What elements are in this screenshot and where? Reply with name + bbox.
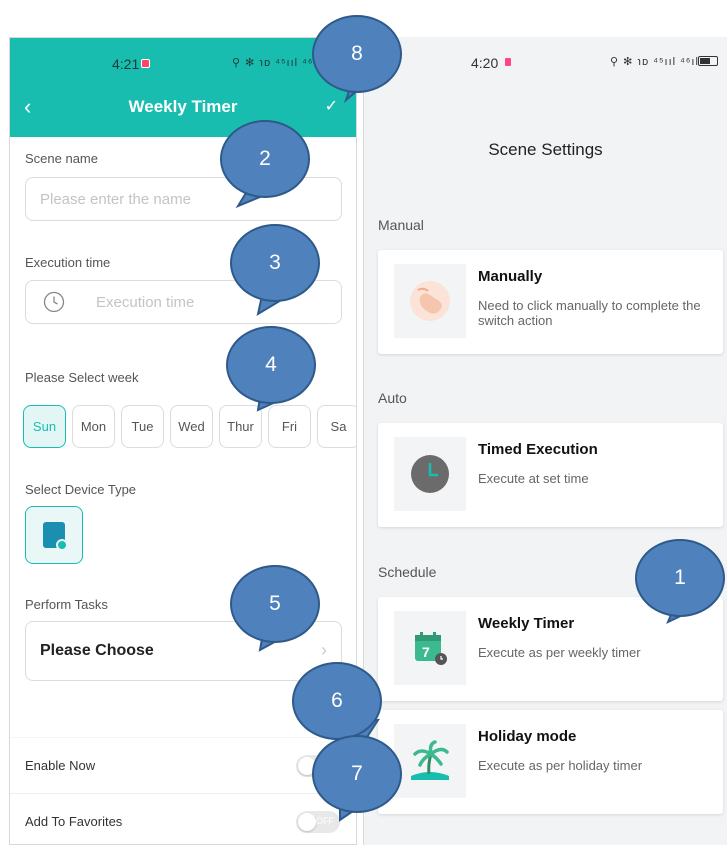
day-sat[interactable]: Sa <box>317 405 356 448</box>
card-title: Holiday mode <box>478 728 577 745</box>
scene-card-holiday-mode[interactable]: Holiday mode Execute as per holiday time… <box>378 710 723 814</box>
perform-tasks-value: Please Choose <box>40 642 154 659</box>
scene-card-timed-execution[interactable]: Timed Execution Execute at set time <box>378 423 723 527</box>
status-time: 4:20 <box>471 55 499 71</box>
device-icon <box>43 522 68 551</box>
scene-name-label: Scene name <box>25 151 98 166</box>
callout-1: 1 <box>635 539 725 617</box>
card-description: Execute at set time <box>478 471 589 486</box>
day-sun[interactable]: Sun <box>23 405 66 448</box>
day-mon[interactable]: Mon <box>72 405 115 448</box>
callout-3: 3 <box>230 224 320 302</box>
chevron-right-icon: › <box>321 640 327 660</box>
add-favorites-label: Add To Favorites <box>25 814 123 829</box>
day-thur[interactable]: Thur <box>219 405 262 448</box>
enable-now-label: Enable Now <box>25 758 96 773</box>
day-fri[interactable]: Fri <box>268 405 311 448</box>
perform-tasks-label: Perform Tasks <box>25 597 108 612</box>
card-description: Need to click manually to complete the s… <box>478 298 701 328</box>
scene-settings-screen: 4:20 ⚲ ✻ ℩ᴅ ⁴⁵ııl ⁴⁶ıl Scene Settings Ma… <box>363 37 727 845</box>
toggle-off-text: OFF <box>316 816 334 826</box>
status-icons: ⚲ ✻ ℩ᴅ ⁴⁵ııl ⁴⁶ıl <box>232 57 321 69</box>
device-type-option[interactable] <box>25 506 83 564</box>
palm-tree-icon <box>394 724 466 798</box>
status-time: 4:21 <box>112 56 140 72</box>
execution-time-label: Execution time <box>25 255 111 270</box>
day-tue[interactable]: Tue <box>121 405 164 448</box>
timer-clock-icon <box>394 437 466 511</box>
card-title: Weekly Timer <box>478 615 575 632</box>
callout-6: 6 <box>292 662 382 740</box>
card-title: Manually <box>478 268 543 285</box>
day-wed[interactable]: Wed <box>170 405 213 448</box>
record-indicator-icon <box>141 59 150 68</box>
callout-4: 4 <box>226 326 316 404</box>
add-favorites-toggle[interactable]: OFF <box>296 811 340 833</box>
card-description: Execute as per weekly timer <box>478 645 641 660</box>
add-favorites-row: Add To Favorites OFF <box>10 794 356 844</box>
status-bar: 4:20 ⚲ ✻ ℩ᴅ ⁴⁵ııl ⁴⁶ıl <box>364 37 727 83</box>
card-description: Execute as per holiday timer <box>478 758 643 773</box>
calendar-day-number: 7 <box>422 644 430 660</box>
scene-card-manually[interactable]: Manually Need to click manually to compl… <box>378 250 723 354</box>
callout-5: 5 <box>230 565 320 643</box>
status-bar: 4:21 ⚲ ✻ ℩ᴅ ⁴⁵ııl ⁴⁶ıl <box>10 38 356 84</box>
status-icons: ⚲ ✻ ℩ᴅ ⁴⁵ııl ⁴⁶ıl <box>610 56 699 68</box>
device-type-label: Select Device Type <box>25 482 137 497</box>
section-auto: Auto <box>378 390 407 406</box>
enable-now-row: Enable Now <box>10 738 356 794</box>
record-indicator-icon <box>505 58 511 66</box>
hand-tap-icon <box>394 264 466 338</box>
section-manual: Manual <box>378 217 424 233</box>
header-bar: 4:21 ⚲ ✻ ℩ᴅ ⁴⁵ııl ⁴⁶ıl ‹ Weekly Timer ✓ <box>10 38 356 137</box>
page-title: Scene Settings <box>488 140 603 159</box>
week-label: Please Select week <box>25 370 139 385</box>
nav-bar: ‹ Weekly Timer ✓ <box>10 84 356 130</box>
execution-time-placeholder: Execution time <box>96 294 195 311</box>
card-title: Timed Execution <box>478 441 598 458</box>
calendar-icon: 7 <box>394 611 466 685</box>
timer-form: Scene name Execution time Execution time… <box>10 137 356 737</box>
battery-icon <box>698 56 718 66</box>
callout-7: 7 <box>312 735 402 813</box>
callout-8: 8 <box>312 15 402 93</box>
weekday-selector: Sun Mon Tue Wed Thur Fri Sa <box>23 405 356 449</box>
page-title: Weekly Timer <box>128 97 238 116</box>
section-schedule: Schedule <box>378 564 437 580</box>
confirm-check-icon[interactable]: ✓ <box>325 96 338 116</box>
clock-icon <box>43 291 65 313</box>
callout-2: 2 <box>220 120 310 198</box>
